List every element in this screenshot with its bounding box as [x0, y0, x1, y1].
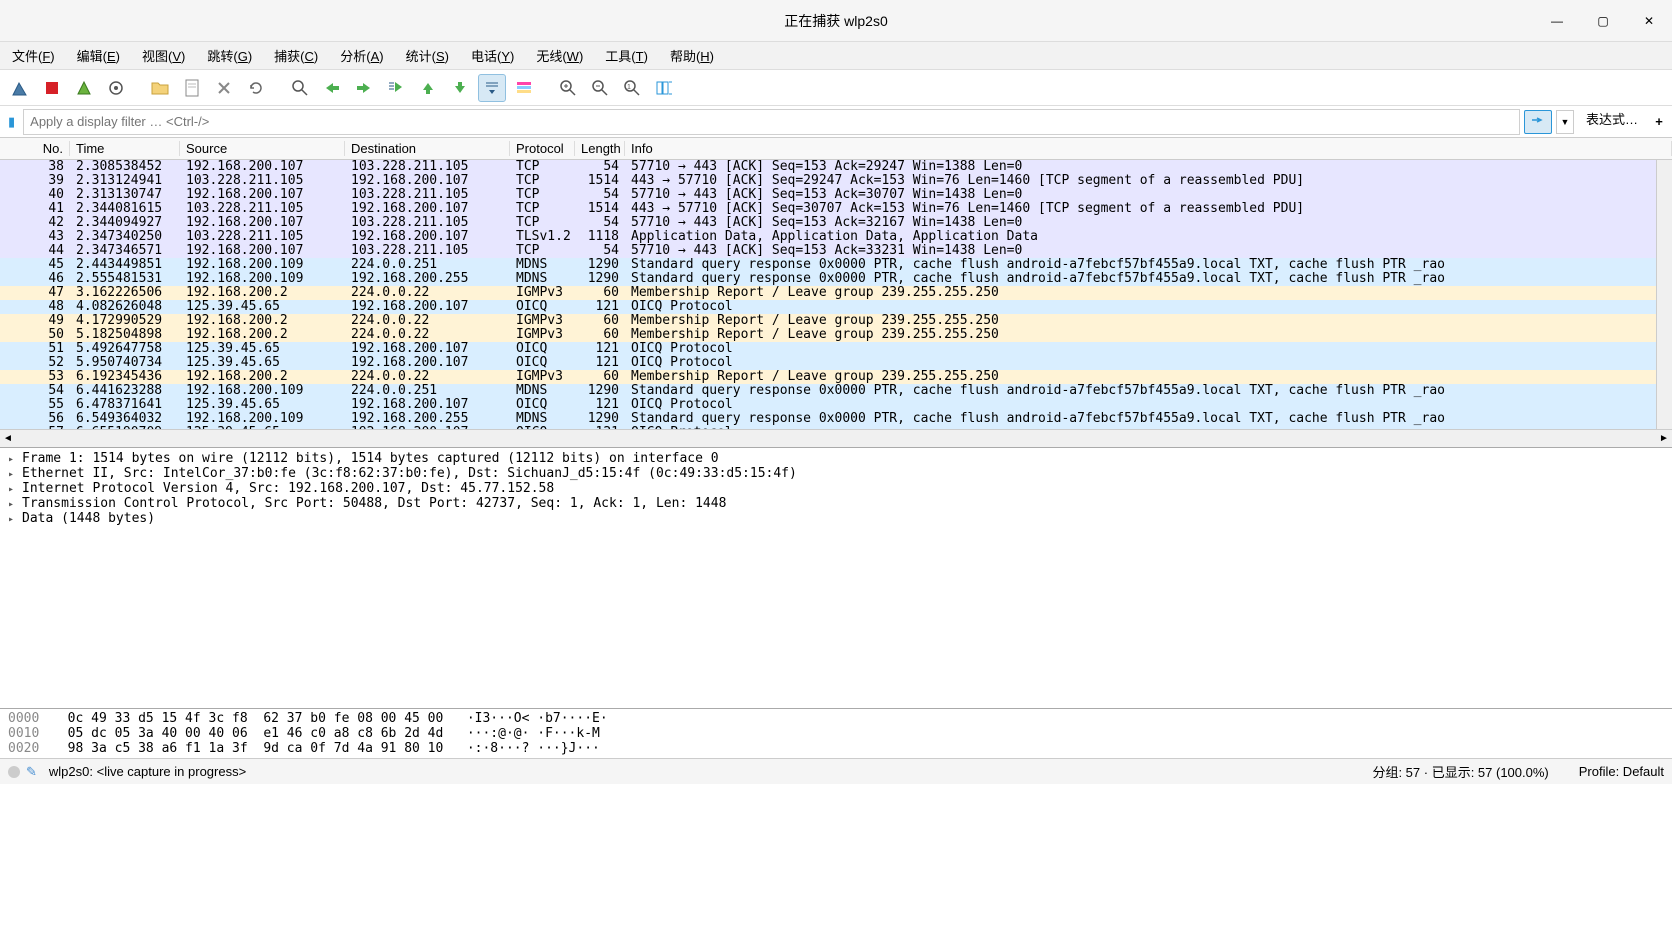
- table-row[interactable]: 422.344094927192.168.200.107103.228.211.…: [0, 216, 1672, 230]
- stop-capture-button[interactable]: [38, 74, 66, 102]
- hex-row[interactable]: 0020 98 3a c5 38 a6 f1 1a 3f 9d ca 0f 7d…: [8, 741, 1664, 756]
- hscroll-left-icon[interactable]: ◄: [0, 433, 16, 444]
- table-row[interactable]: 442.347346571192.168.200.107103.228.211.…: [0, 244, 1672, 258]
- table-row[interactable]: 566.549364032192.168.200.109192.168.200.…: [0, 412, 1672, 426]
- col-header-length[interactable]: Length: [575, 141, 625, 156]
- detail-row[interactable]: ▸Ethernet II, Src: IntelCor_37:b0:fe (3c…: [8, 467, 1664, 482]
- menu-5[interactable]: 分析(A): [336, 44, 387, 67]
- restart-capture-button[interactable]: [70, 74, 98, 102]
- colorize-button[interactable]: [510, 74, 538, 102]
- auto-scroll-button[interactable]: [478, 74, 506, 102]
- svg-text:1: 1: [627, 84, 631, 91]
- col-header-protocol[interactable]: Protocol: [510, 141, 575, 156]
- goto-last-button[interactable]: [446, 74, 474, 102]
- menu-9[interactable]: 工具(T): [601, 44, 652, 67]
- packet-list-header: No. Time Source Destination Protocol Len…: [0, 138, 1672, 160]
- menu-2[interactable]: 视图(V): [138, 44, 189, 67]
- menu-10[interactable]: 帮助(H): [666, 44, 718, 67]
- menu-3[interactable]: 跳转(G): [203, 44, 256, 67]
- hex-row[interactable]: 0010 05 dc 05 3a 40 00 40 06 e1 46 c0 a8…: [8, 726, 1664, 741]
- status-bar: ✎ wlp2s0: <live capture in progress> 分组:…: [0, 758, 1672, 784]
- filter-bar: ▮ ▼ 表达式… +: [0, 106, 1672, 138]
- filter-apply-button[interactable]: [1524, 110, 1552, 134]
- packet-details-pane[interactable]: ▸Frame 1: 1514 bytes on wire (12112 bits…: [0, 448, 1672, 708]
- table-row[interactable]: 452.443449851192.168.200.109224.0.0.251M…: [0, 258, 1672, 272]
- hscroll-right-icon[interactable]: ►: [1656, 433, 1672, 444]
- bookmark-icon[interactable]: ▮: [4, 114, 19, 130]
- expression-button[interactable]: 表达式…: [1578, 109, 1646, 135]
- status-packet-count: 分组: 57 · 已显示: 57 (100.0%): [1372, 762, 1548, 781]
- maximize-button[interactable]: ▢: [1580, 0, 1626, 41]
- menu-7[interactable]: 电话(Y): [467, 44, 518, 67]
- zoom-reset-button[interactable]: 1: [618, 74, 646, 102]
- save-file-button[interactable]: [178, 74, 206, 102]
- col-header-source[interactable]: Source: [180, 141, 345, 156]
- minimize-button[interactable]: —: [1534, 0, 1580, 41]
- packet-list-hscroll[interactable]: ◄ ►: [0, 429, 1672, 447]
- goto-first-button[interactable]: [414, 74, 442, 102]
- zoom-in-button[interactable]: [554, 74, 582, 102]
- go-back-button[interactable]: [318, 74, 346, 102]
- menu-bar: 文件(F) 编辑(E) 视图(V) 跳转(G) 捕获(C) 分析(A) 统计(S) 电话(Y)…: [0, 42, 1672, 70]
- status-profile[interactable]: Profile: Default: [1579, 764, 1664, 779]
- display-filter-input[interactable]: [23, 109, 1520, 135]
- reload-button[interactable]: [242, 74, 270, 102]
- detail-row[interactable]: ▸Frame 1: 1514 bytes on wire (12112 bits…: [8, 452, 1664, 467]
- title-bar: 正在捕获 wlp2s0 — ▢ ✕: [0, 0, 1672, 42]
- table-row[interactable]: 484.082626048125.39.45.65192.168.200.107…: [0, 300, 1672, 314]
- main-toolbar: 1: [0, 70, 1672, 106]
- menu-8[interactable]: 无线(W): [532, 44, 587, 67]
- table-row[interactable]: 494.172990529192.168.200.2224.0.0.22IGMP…: [0, 314, 1672, 328]
- shark-fin-icon[interactable]: [6, 74, 34, 102]
- zoom-out-button[interactable]: [586, 74, 614, 102]
- window-title: 正在捕获 wlp2s0: [784, 11, 887, 31]
- table-row[interactable]: 525.950740734125.39.45.65192.168.200.107…: [0, 356, 1672, 370]
- resize-columns-button[interactable]: [650, 74, 678, 102]
- open-file-button[interactable]: [146, 74, 174, 102]
- hex-row[interactable]: 0000 0c 49 33 d5 15 4f 3c f8 62 37 b0 fe…: [8, 711, 1664, 726]
- table-row[interactable]: 402.313130747192.168.200.107103.228.211.…: [0, 188, 1672, 202]
- packet-list-vscroll[interactable]: [1656, 160, 1672, 429]
- filter-dropdown-button[interactable]: ▼: [1556, 110, 1574, 134]
- close-file-button[interactable]: [210, 74, 238, 102]
- table-row[interactable]: 432.347340250103.228.211.105192.168.200.…: [0, 230, 1672, 244]
- table-row[interactable]: 473.162226506192.168.200.2224.0.0.22IGMP…: [0, 286, 1672, 300]
- capture-options-button[interactable]: [102, 74, 130, 102]
- packet-list[interactable]: 382.308538452192.168.200.107103.228.211.…: [0, 160, 1672, 429]
- expert-info-icon[interactable]: [8, 766, 20, 778]
- goto-packet-button[interactable]: [382, 74, 410, 102]
- go-forward-button[interactable]: [350, 74, 378, 102]
- detail-row[interactable]: ▸Data (1448 bytes): [8, 512, 1664, 527]
- packet-bytes-pane[interactable]: 0000 0c 49 33 d5 15 4f 3c f8 62 37 b0 fe…: [0, 708, 1672, 758]
- detail-row[interactable]: ▸Internet Protocol Version 4, Src: 192.1…: [8, 482, 1664, 497]
- table-row[interactable]: 536.192345436192.168.200.2224.0.0.22IGMP…: [0, 370, 1672, 384]
- table-row[interactable]: 382.308538452192.168.200.107103.228.211.…: [0, 160, 1672, 174]
- col-header-info[interactable]: Info: [625, 141, 1672, 156]
- col-header-dest[interactable]: Destination: [345, 141, 510, 156]
- capture-comment-icon[interactable]: ✎: [26, 764, 37, 780]
- close-button[interactable]: ✕: [1626, 0, 1672, 41]
- table-row[interactable]: 515.492647758125.39.45.65192.168.200.107…: [0, 342, 1672, 356]
- menu-1[interactable]: 编辑(E): [73, 44, 124, 67]
- table-row[interactable]: 505.182504898192.168.200.2224.0.0.22IGMP…: [0, 328, 1672, 342]
- col-header-time[interactable]: Time: [70, 141, 180, 156]
- table-row[interactable]: 392.313124941103.228.211.105192.168.200.…: [0, 174, 1672, 188]
- menu-0[interactable]: 文件(F): [8, 44, 59, 67]
- find-button[interactable]: [286, 74, 314, 102]
- table-row[interactable]: 556.478371641125.39.45.65192.168.200.107…: [0, 398, 1672, 412]
- status-capture-file: wlp2s0: <live capture in progress>: [49, 764, 246, 779]
- menu-4[interactable]: 捕获(C): [270, 44, 322, 67]
- add-filter-button[interactable]: +: [1650, 109, 1668, 135]
- col-header-no[interactable]: No.: [0, 141, 70, 156]
- menu-6[interactable]: 统计(S): [402, 44, 453, 67]
- table-row[interactable]: 412.344081615103.228.211.105192.168.200.…: [0, 202, 1672, 216]
- table-row[interactable]: 546.441623288192.168.200.109224.0.0.251M…: [0, 384, 1672, 398]
- detail-row[interactable]: ▸Transmission Control Protocol, Src Port…: [8, 497, 1664, 512]
- table-row[interactable]: 462.555481531192.168.200.109192.168.200.…: [0, 272, 1672, 286]
